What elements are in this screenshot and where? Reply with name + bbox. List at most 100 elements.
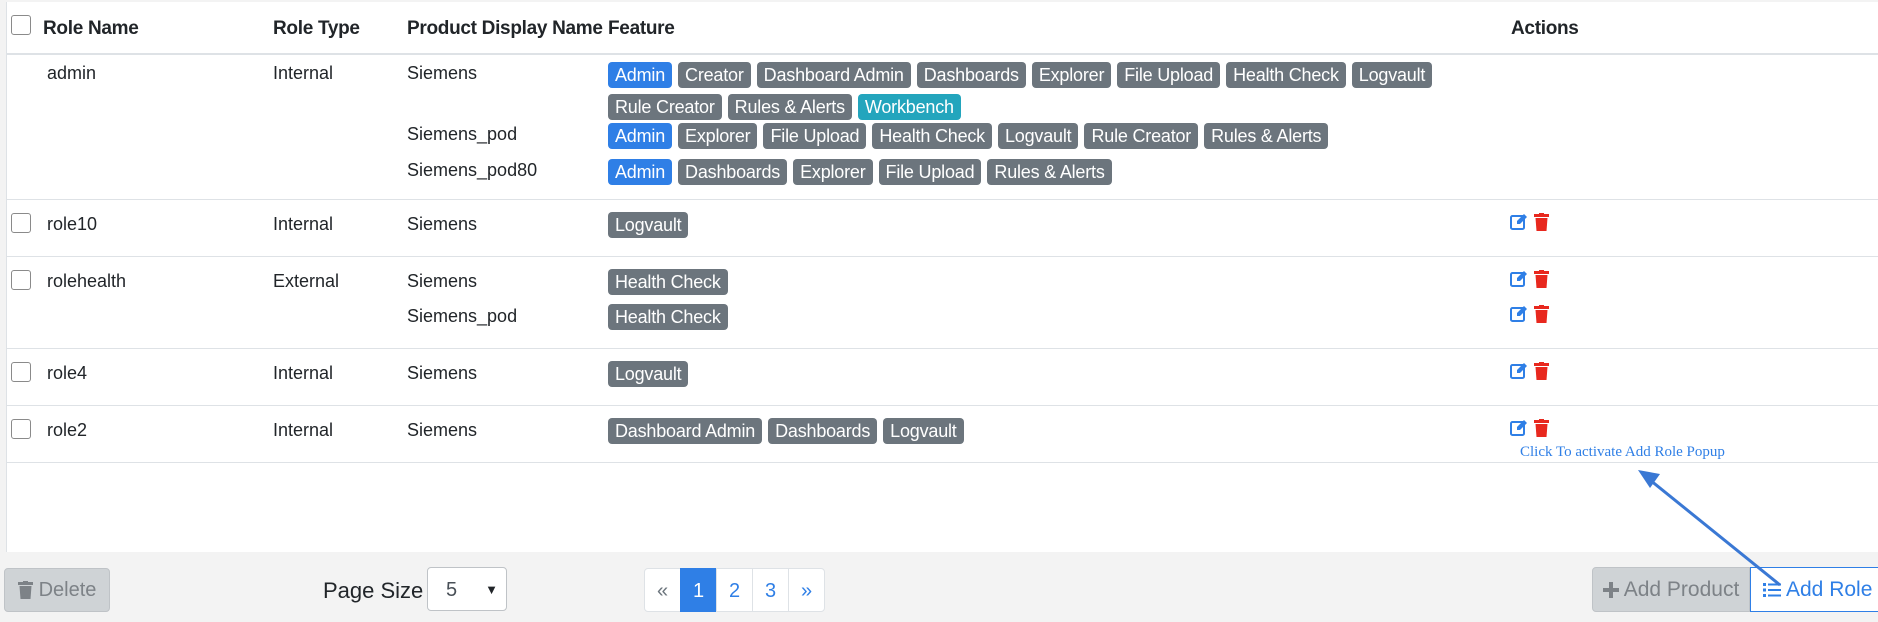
header-product-display-name[interactable]: Product Display Name (407, 18, 603, 40)
role-name: admin (47, 63, 97, 83)
edit-icon[interactable] (1510, 270, 1528, 288)
feature-badge: Dashboards (678, 159, 788, 185)
pagination-page-3[interactable]: 3 (752, 568, 789, 612)
feature-badge: Health Check (1226, 62, 1346, 88)
feature-badge: Explorer (678, 123, 758, 149)
edit-icon[interactable] (1510, 362, 1528, 380)
feature-list: Health Check (608, 304, 1528, 330)
feature-badge: Logvault (608, 212, 689, 238)
trash-icon (17, 581, 33, 599)
feature-badge: Health Check (608, 269, 728, 295)
product-name: Siemens (407, 420, 478, 440)
feature-badge: File Upload (1117, 62, 1221, 88)
edit-icon[interactable] (1510, 419, 1528, 437)
trash-icon[interactable] (1534, 270, 1549, 288)
role-name: role2 (47, 420, 88, 440)
trash-icon[interactable] (1534, 213, 1549, 231)
trash-icon[interactable] (1534, 419, 1549, 437)
delete-label: Delete (38, 578, 97, 601)
feature-badge: Admin (608, 62, 673, 88)
product-name: Siemens (407, 363, 478, 383)
feature-badge: Dashboards (916, 62, 1026, 88)
feature-list: Admin Creator Dashboard Admin Dashboards… (608, 62, 1528, 120)
row-actions (1510, 305, 1549, 323)
table-header: Role Name Role Type Product Display Name… (7, 2, 1878, 55)
feature-list: Dashboard Admin Dashboards Logvault (608, 418, 1528, 444)
product-name: Siemens_pod80 (407, 160, 538, 180)
edit-icon[interactable] (1510, 213, 1528, 231)
pagination-page-2[interactable]: 2 (716, 568, 753, 612)
feature-list: Admin Explorer File Upload Health Check … (608, 123, 1528, 149)
product-name: Siemens (407, 214, 478, 234)
feature-badge: Logvault (1351, 62, 1433, 88)
select-all-checkbox[interactable] (11, 15, 31, 35)
feature-list: Health Check (608, 269, 1528, 295)
role-name: rolehealth (47, 271, 127, 291)
role-name: role4 (47, 363, 88, 383)
product-name: Siemens_pod (407, 124, 518, 144)
product-name: Siemens (407, 271, 478, 291)
table-row: admin Internal Siemens Admin Creator Das… (7, 55, 1878, 200)
feature-badge: Rule Creator (1084, 123, 1199, 149)
feature-badge: Admin (608, 159, 673, 185)
feature-badge: Rule Creator (608, 94, 722, 120)
row-checkbox[interactable] (11, 270, 31, 290)
feature-badge: Logvault (608, 361, 689, 387)
trash-icon[interactable] (1534, 362, 1549, 380)
feature-badge: Admin (608, 123, 673, 149)
row-actions (1510, 270, 1549, 288)
role-type: Internal (273, 363, 334, 383)
pagination-page-1[interactable]: 1 (680, 568, 717, 612)
feature-badge: Explorer (793, 159, 873, 185)
plus-icon (1602, 581, 1619, 598)
product-name: Siemens_pod (407, 306, 518, 326)
role-name: role10 (47, 214, 98, 234)
annotation-arrow (1638, 470, 1781, 587)
feature-list: Logvault (608, 212, 1528, 238)
table-row: role10 Internal Siemens Logvault (7, 200, 1878, 257)
feature-list: Admin Dashboards Explorer File Upload Ru… (608, 159, 1528, 185)
caret-down-icon: ▼ (485, 582, 498, 597)
header-feature[interactable]: Feature (608, 18, 675, 40)
header-role-name[interactable]: Role Name (43, 18, 139, 40)
roles-table: Role Name Role Type Product Display Name… (6, 2, 1878, 552)
page-size-label: Page Size (323, 578, 424, 603)
feature-badge: Dashboards (768, 418, 878, 444)
header-role-type[interactable]: Role Type (273, 18, 360, 40)
feature-badge: Explorer (1031, 62, 1112, 88)
page-size-value: 5 (446, 579, 458, 601)
table-row: role4 Internal Siemens Logvault (7, 349, 1878, 406)
feature-badge: Dashboard Admin (608, 418, 763, 444)
feature-badge: Workbench (857, 94, 961, 120)
edit-icon[interactable] (1510, 305, 1528, 323)
feature-badge: Rules & Alerts (727, 94, 852, 120)
feature-badge: Creator (678, 62, 751, 88)
header-actions: Actions (1511, 18, 1579, 39)
feature-badge: Logvault (883, 418, 964, 444)
annotation-text: Click To activate Add Role Popup (1520, 444, 1725, 460)
trash-icon[interactable] (1534, 305, 1549, 323)
feature-badge: Rules & Alerts (987, 159, 1112, 185)
role-type: External (273, 271, 340, 291)
role-type: Internal (273, 214, 334, 234)
page-size-select[interactable]: 5 ▼ (427, 567, 507, 611)
feature-badge: Dashboard Admin (756, 62, 911, 88)
feature-badge: Rules & Alerts (1204, 123, 1329, 149)
feature-badge: Health Check (608, 304, 728, 330)
table-row: rolehealth External Siemens Health Check… (7, 257, 1878, 349)
row-checkbox[interactable] (11, 362, 31, 382)
pagination-prev[interactable]: « (644, 568, 681, 612)
pagination-next[interactable]: » (788, 568, 825, 612)
role-type: Internal (273, 420, 334, 440)
role-type: Internal (273, 63, 334, 83)
row-actions (1510, 213, 1549, 231)
delete-button[interactable]: Delete (4, 568, 110, 612)
row-checkbox[interactable] (11, 213, 31, 233)
product-name: Siemens (407, 63, 478, 83)
feature-badge: File Upload (763, 123, 867, 149)
pagination: « 1 2 3 » (644, 568, 825, 612)
row-checkbox[interactable] (11, 419, 31, 439)
feature-list: Logvault (608, 361, 1528, 387)
row-actions (1510, 419, 1549, 437)
feature-badge: File Upload (878, 159, 982, 185)
